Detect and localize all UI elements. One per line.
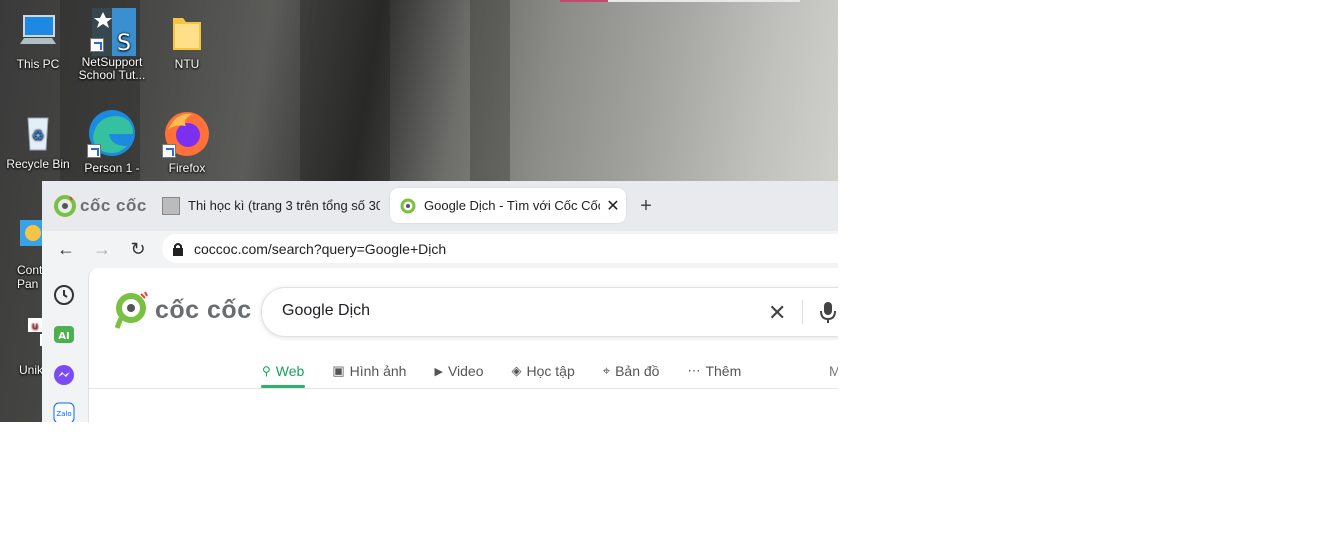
search-tab-web[interactable]: ⚲ Web xyxy=(261,356,306,388)
forward-icon[interactable]: → xyxy=(90,237,114,261)
browser-sidebar: AI Zalo xyxy=(42,267,86,422)
coccoc-browser-window: cốc cốc Thi học kì (trang 3 trên tổng số… xyxy=(42,181,838,422)
logo-text: cốc cốc xyxy=(155,295,252,324)
more-dots-icon: ⋯ xyxy=(687,363,701,378)
search-box[interactable]: Google Dịch ✕ xyxy=(261,287,838,337)
search-tab-maps[interactable]: ⌖ Bản đồ xyxy=(602,356,661,386)
reload-icon[interactable]: ↻ xyxy=(126,237,150,261)
desktop-icon-label: NetSupport School Tut... xyxy=(78,55,146,82)
zalo-label: Zalo xyxy=(56,410,71,418)
window-edge-white xyxy=(608,0,800,2)
desktop-icon-recycle-bin[interactable]: ♻ Recycle Bin xyxy=(0,110,76,171)
svg-text:u: u xyxy=(32,321,38,332)
map-pin-icon: ⌖ xyxy=(602,363,611,378)
browser-brand[interactable]: cốc cốc xyxy=(54,195,147,217)
desktop-icon-label: This PC xyxy=(16,57,60,71)
shortcut-arrow-icon xyxy=(162,144,176,158)
desktop-icon-label: NTU xyxy=(174,57,200,71)
desktop-icon-label: Firefox xyxy=(168,161,206,175)
search-tab-images[interactable]: ▣ Hình ảnh xyxy=(331,356,407,386)
tab-strip: cốc cốc Thi học kì (trang 3 trên tổng số… xyxy=(42,181,838,231)
desktop-icon-edge[interactable]: Person 1 - xyxy=(74,108,150,175)
ai-icon[interactable]: AI xyxy=(52,323,76,347)
desktop-icon-netsupport[interactable]: S NetSupport School Tut... xyxy=(74,8,150,82)
lock-icon xyxy=(173,243,183,256)
search-tab-label: Bản đồ xyxy=(615,363,660,379)
zalo-icon[interactable]: Zalo xyxy=(52,401,76,422)
address-bar[interactable]: coccoc.com/search?query=Google+Dịch xyxy=(162,234,838,263)
search-tab-label: Thêm xyxy=(705,363,742,379)
firefox-icon xyxy=(162,108,212,158)
shortcut-arrow-icon xyxy=(90,38,104,52)
search-page: cốc cốc Google Dịch ✕ ⚲ Web ▣ Hình ảnh ▶… xyxy=(88,268,838,422)
tab-title: Thi học kì (trang 3 trên tổng số 30 xyxy=(188,198,380,213)
edge-icon xyxy=(87,108,137,158)
desktop-icon-this-pc[interactable]: This PC xyxy=(0,10,76,71)
search-tab-label: Web xyxy=(275,363,305,379)
search-tab-label: Hình ảnh xyxy=(349,363,407,379)
ai-label: AI xyxy=(58,331,69,342)
search-icon: ⚲ xyxy=(262,364,271,378)
recycle-bin-icon: ♻ xyxy=(16,110,60,154)
divider xyxy=(802,300,803,324)
shortcut-arrow-icon xyxy=(87,144,101,158)
search-tab-more[interactable]: ⋯ Thêm xyxy=(686,356,742,386)
coccoc-logo-icon xyxy=(54,195,76,217)
netsupport-icon: S xyxy=(90,8,136,56)
search-input[interactable]: Google Dịch xyxy=(282,302,370,320)
svg-text:S: S xyxy=(117,31,131,56)
video-icon: ▶ xyxy=(434,365,443,378)
rock-shadow xyxy=(300,0,390,190)
tab-google-dich[interactable]: Google Dịch - Tìm với Cốc Cốc ✕ xyxy=(390,188,626,223)
svg-text:♻: ♻ xyxy=(32,128,45,144)
close-tab-icon[interactable]: ✕ xyxy=(600,196,626,216)
coccoc-favicon-icon xyxy=(400,198,416,213)
search-tab-study[interactable]: ◈ Học tập xyxy=(511,356,576,386)
image-icon: ▣ xyxy=(332,363,345,378)
search-tab-video[interactable]: ▶ Video xyxy=(433,356,484,386)
back-icon[interactable]: ← xyxy=(54,237,78,261)
messenger-icon[interactable] xyxy=(52,363,76,387)
rock-shadow xyxy=(470,0,510,190)
clear-search-icon[interactable]: ✕ xyxy=(768,300,786,326)
search-tabs: ⚲ Web ▣ Hình ảnh ▶ Video ◈ Học tập ⌖ Bản… xyxy=(261,356,768,388)
tab-title: Google Dịch - Tìm với Cốc Cốc xyxy=(424,198,600,213)
url-text: coccoc.com/search?query=Google+Dịch xyxy=(194,241,447,257)
truncated-link[interactable]: M xyxy=(829,363,838,379)
coccoc-logo-icon xyxy=(115,291,148,329)
desktop-icon-label: Person 1 - xyxy=(84,161,140,175)
window-edge-pink xyxy=(560,0,608,2)
microphone-icon[interactable] xyxy=(818,300,838,324)
brand-label: cốc cốc xyxy=(80,196,147,215)
folder-icon xyxy=(165,10,209,54)
new-tab-button[interactable]: + xyxy=(634,195,658,219)
coccoc-logo[interactable]: cốc cốc xyxy=(115,290,252,330)
history-icon[interactable] xyxy=(52,283,76,307)
desktop-icon-label: Recycle Bin xyxy=(6,157,70,171)
page-favicon-icon xyxy=(162,196,180,215)
toolbar: ← → ↻ coccoc.com/search?query=Google+Dịc… xyxy=(42,231,838,267)
graduation-cap-icon: ◈ xyxy=(511,363,522,378)
tab-thi-hoc-ki[interactable]: Thi học kì (trang 3 trên tổng số 30 xyxy=(152,188,380,223)
desktop-icon-firefox[interactable]: Firefox xyxy=(149,108,225,175)
desktop-icon-ntu[interactable]: NTU xyxy=(149,10,225,71)
computer-icon xyxy=(16,10,60,54)
search-tab-label: Video xyxy=(447,363,484,379)
search-tab-label: Học tập xyxy=(526,363,575,379)
tabs-divider xyxy=(89,388,838,389)
